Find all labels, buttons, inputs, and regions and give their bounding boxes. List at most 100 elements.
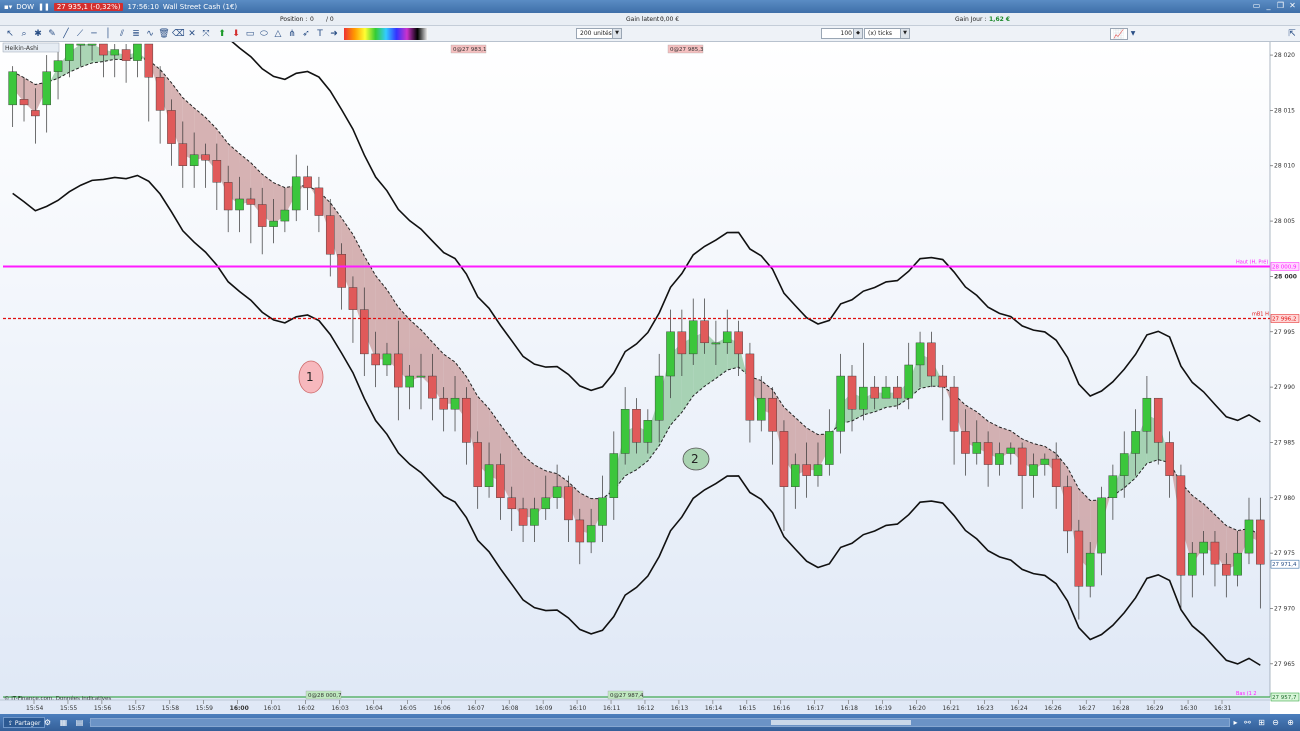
chevron-down-icon[interactable]: ▼ bbox=[1129, 28, 1137, 40]
candle-bull bbox=[269, 220, 278, 227]
x-tick-label: 16:09 bbox=[535, 705, 552, 712]
indicators-icon[interactable]: ⚙ bbox=[42, 717, 53, 728]
candle-bear bbox=[223, 182, 233, 211]
pitchfork-icon[interactable]: ⋔ bbox=[286, 28, 298, 40]
zoom-fit-icon[interactable]: ⊞ bbox=[1256, 717, 1267, 728]
minimize-icon[interactable]: _ bbox=[1264, 1, 1273, 10]
scroll-right-icon[interactable]: ▸ bbox=[1230, 717, 1241, 728]
cursor-icon[interactable]: ↖ bbox=[4, 28, 16, 40]
bottom-bar: ⇪ Partager ⚙ ▦ ▤ ◂ ▸ ⚯ ⊞ ⊖ ⊕ bbox=[0, 714, 1300, 731]
pin-icon[interactable]: ⇱ bbox=[1286, 28, 1298, 40]
x-tick-label: 16:08 bbox=[501, 705, 518, 712]
x-tick-label: 16:24 bbox=[1010, 705, 1027, 712]
candle-bear bbox=[1222, 563, 1231, 576]
buy-arrow-icon[interactable]: ⬆ bbox=[216, 28, 228, 40]
trend-fill bbox=[443, 354, 456, 404]
candle-bull bbox=[189, 154, 199, 166]
pencil-icon[interactable]: ✎ bbox=[46, 28, 58, 40]
y-tick-label: 27 995 bbox=[1274, 329, 1295, 336]
candle-bear bbox=[473, 442, 482, 487]
x-tick-label: 16:11 bbox=[603, 705, 620, 712]
horizontal-scrollbar[interactable] bbox=[90, 718, 1230, 727]
scroll-thumb[interactable] bbox=[771, 720, 911, 725]
zoom-in-icon[interactable]: ⊕ bbox=[1285, 717, 1296, 728]
y-tick-label: 27 990 bbox=[1274, 384, 1295, 391]
ray-icon[interactable]: ⟋ bbox=[74, 28, 86, 40]
gann-icon[interactable]: ⤧ bbox=[200, 28, 212, 40]
candle-bull bbox=[87, 43, 97, 46]
candle-bear bbox=[496, 464, 505, 498]
candle-bear bbox=[983, 442, 993, 465]
candle-bear bbox=[677, 331, 687, 355]
candle-bear bbox=[700, 320, 709, 344]
cross-icon[interactable]: ✕ bbox=[186, 28, 198, 40]
position-value: 0 bbox=[310, 16, 314, 23]
units-select[interactable]: 200 unités ▼ bbox=[576, 28, 622, 39]
candle-bear bbox=[144, 43, 154, 78]
candle-bear bbox=[938, 375, 948, 388]
rectangle-icon[interactable]: ▭ bbox=[244, 28, 256, 40]
hline-icon[interactable]: ─ bbox=[88, 28, 100, 40]
zoom-out-icon[interactable]: ⊖ bbox=[1270, 717, 1281, 728]
high-level-label: Haut (H, Pré) bbox=[1236, 258, 1268, 265]
baseline-label: Bas (1 2 bbox=[1236, 691, 1257, 697]
restore-icon[interactable]: ❐ bbox=[1276, 1, 1285, 10]
fibo-icon[interactable]: ≣ bbox=[130, 28, 142, 40]
candle-bull bbox=[688, 320, 698, 355]
candle-bull bbox=[1029, 464, 1038, 476]
magnet-icon[interactable]: ✱ bbox=[32, 28, 44, 40]
candle-bull bbox=[1006, 447, 1016, 454]
trash-icon[interactable]: 🗑 bbox=[158, 28, 170, 40]
candle-bull bbox=[291, 176, 301, 211]
window-menu-icon[interactable]: ▪▾ bbox=[4, 3, 12, 11]
price-badge: 27 935,1 (-0,32%) bbox=[53, 2, 124, 11]
ellipse-icon[interactable]: ⬭ bbox=[258, 28, 270, 40]
ticks-stepper[interactable]: 100 ◆ bbox=[821, 28, 863, 39]
calendar-icon[interactable]: ▦ bbox=[58, 717, 69, 728]
text-icon[interactable]: T bbox=[314, 28, 326, 40]
triangle-icon[interactable]: △ bbox=[272, 28, 284, 40]
x-tick-label: 16:15 bbox=[739, 705, 756, 712]
pivot-level-label: mB1 H bbox=[1252, 311, 1269, 317]
candle-bull bbox=[235, 198, 244, 211]
order-label: 0@28 000,7 bbox=[308, 693, 342, 699]
grid-icon[interactable]: ▤ bbox=[74, 717, 85, 728]
layout-icon[interactable]: ▭ bbox=[1252, 1, 1261, 10]
chart-type-icon[interactable]: 📈 bbox=[1110, 28, 1128, 40]
pause-icon[interactable]: ❚❚ bbox=[38, 3, 50, 11]
vline-icon[interactable]: │ bbox=[102, 28, 114, 40]
line-icon[interactable]: ╱ bbox=[60, 28, 72, 40]
candle-bear bbox=[155, 77, 165, 111]
x-tick-label: 16:06 bbox=[433, 705, 450, 712]
link-icon[interactable]: ⚯ bbox=[1242, 717, 1253, 728]
candle-bear bbox=[1074, 530, 1084, 587]
x-tick-label: 16:21 bbox=[942, 705, 959, 712]
chart-svg[interactable]: 28 020 28 015 28 010 28 005 28 000 27 995 27 9… bbox=[0, 42, 1300, 714]
wave-icon[interactable]: ∿ bbox=[144, 28, 156, 40]
x-tick-label: 16:10 bbox=[569, 705, 586, 712]
zoom-icon[interactable]: ⌕ bbox=[18, 28, 30, 40]
color-palette[interactable] bbox=[344, 28, 428, 40]
candle-bull bbox=[881, 386, 891, 399]
y-tick-label: 28 000 bbox=[1274, 273, 1297, 280]
channel-icon[interactable]: ⫽ bbox=[116, 28, 128, 40]
candle-bull bbox=[76, 43, 86, 46]
candle-bear bbox=[178, 143, 188, 166]
candle-bull bbox=[756, 397, 766, 421]
chevron-down-icon: ▼ bbox=[612, 29, 621, 38]
candle-bear bbox=[462, 397, 471, 443]
share-button[interactable]: ⇪ Partager bbox=[3, 717, 46, 728]
close-icon[interactable]: ✕ bbox=[1288, 1, 1297, 10]
x-tick-label: 16:31 bbox=[1214, 705, 1231, 712]
right-arrow-icon[interactable]: ➜ bbox=[328, 28, 340, 40]
candle-bull bbox=[450, 397, 460, 410]
instrument-menu[interactable]: DOW bbox=[16, 3, 34, 11]
candle-bull bbox=[825, 431, 834, 465]
arrow-tool-icon[interactable]: ➶ bbox=[300, 28, 312, 40]
ticks-select[interactable]: (x) ticks ▼ bbox=[864, 28, 910, 39]
sell-arrow-icon[interactable]: ⬇ bbox=[230, 28, 242, 40]
candle-bull bbox=[1233, 552, 1242, 576]
eraser-icon[interactable]: ⌫ bbox=[172, 28, 185, 40]
price-chart[interactable]: 28 020 28 015 28 010 28 005 28 000 27 995 27 9… bbox=[0, 42, 1300, 714]
candle-bear bbox=[632, 409, 641, 443]
